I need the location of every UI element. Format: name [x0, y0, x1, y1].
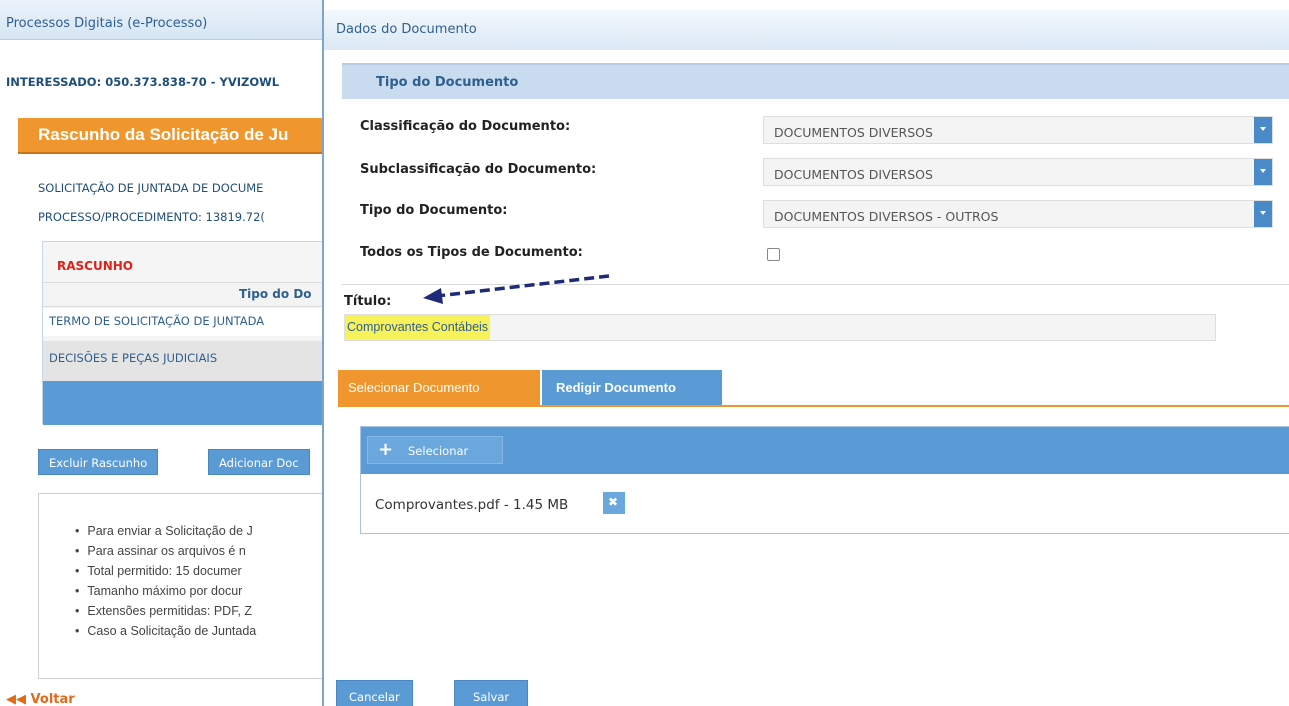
excluir-rascunho-button[interactable]: Excluir Rascunho — [38, 449, 159, 475]
rascunho-header: RASCUNHO — [43, 242, 322, 282]
uploaded-file-name: Comprovantes.pdf - 1.45 MB — [375, 497, 569, 513]
plus-icon: + — [378, 439, 394, 460]
todos-tipos-label: Todos os Tipos de Documento: — [360, 245, 583, 260]
section-title: Tipo do Documento — [376, 75, 519, 90]
info-box: Para enviar a Solicitação de J Para assi… — [38, 493, 322, 679]
tipo-documento-select[interactable]: DOCUMENTOS DIVERSOS - OUTROS — [763, 200, 1273, 228]
list-item: Para enviar a Solicitação de J — [87, 524, 256, 544]
table-footer — [43, 381, 322, 425]
section-header: Tipo do Documento — [342, 63, 1289, 99]
table-cell: DECISÕES E PEÇAS JUDICIAIS — [49, 351, 218, 365]
annotation-arrow-icon — [423, 274, 610, 304]
dados-documento-dialog: Dados do Documento Tipo do Documento Cla… — [322, 0, 1289, 706]
page-title: Rascunho da Solicitação de Ju — [38, 125, 289, 144]
cancel-button[interactable]: Cancelar — [336, 680, 413, 706]
info-list: Para enviar a Solicitação de J Para assi… — [87, 524, 256, 644]
subclassificacao-value: DOCUMENTOS DIVERSOS — [774, 167, 933, 182]
upload-panel: + Selecionar Comprovantes.pdf - 1.45 MB — [360, 426, 1289, 534]
tipo-documento-value: DOCUMENTOS DIVERSOS - OUTROS — [774, 209, 999, 224]
dialog-title: Dados do Documento — [336, 22, 477, 37]
selecionar-button[interactable]: + Selecionar — [367, 436, 503, 464]
background-page: Processos Digitais (e-Processo) INTERESS… — [0, 0, 322, 706]
table-cell: TERMO DE SOLICITAÇÃO DE JUNTADA — [49, 314, 265, 328]
chevron-down-icon[interactable] — [1254, 159, 1272, 185]
subclassificacao-label: Subclassificação do Documento: — [360, 162, 597, 177]
upload-toolbar: + Selecionar — [361, 427, 1289, 474]
close-icon[interactable] — [603, 492, 625, 514]
todos-tipos-checkbox[interactable] — [767, 248, 780, 261]
selecionar-label: Selecionar — [408, 444, 469, 458]
classificacao-value: DOCUMENTOS DIVERSOS — [774, 125, 933, 140]
app-title: Processos Digitais (e-Processo) — [6, 16, 208, 31]
tab-underline — [338, 405, 1289, 407]
classificacao-select[interactable]: DOCUMENTOS DIVERSOS — [763, 116, 1273, 144]
adicionar-documento-button[interactable]: Adicionar Doc — [208, 449, 310, 475]
solicitacao-text: SOLICITAÇÃO DE JUNTADA DE DOCUME — [38, 181, 264, 195]
page-title-bar: Rascunho da Solicitação de Ju — [18, 118, 322, 154]
tab-selecionar-documento[interactable]: Selecionar Documento — [338, 370, 540, 405]
chevron-down-icon[interactable] — [1254, 117, 1272, 143]
titulo-label: Título: — [344, 294, 392, 309]
processo-text: PROCESSO/PROCEDIMENTO: 13819.72( — [38, 210, 265, 224]
rascunho-table: RASCUNHO Tipo do Do TERMO DE SOLICITAÇÃO… — [42, 241, 322, 425]
table-row[interactable]: TERMO DE SOLICITAÇÃO DE JUNTADA — [43, 308, 322, 336]
double-arrow-left-icon: ◀◀ — [6, 692, 26, 706]
list-item: Tamanho máximo por docur — [87, 584, 256, 604]
column-header-tipo[interactable]: Tipo do Do — [239, 287, 312, 301]
rascunho-label: RASCUNHO — [57, 259, 134, 273]
classificacao-label: Classificação do Documento: — [360, 119, 571, 134]
save-button[interactable]: Salvar — [454, 680, 529, 706]
voltar-label: Voltar — [30, 692, 75, 706]
tab-redigir-documento[interactable]: Redigir Documento — [542, 370, 722, 405]
list-item: Extensões permitidas: PDF, Z — [87, 604, 256, 624]
subclassificacao-select[interactable]: DOCUMENTOS DIVERSOS — [763, 158, 1273, 186]
list-item: Total permitido: 15 documer — [87, 564, 256, 584]
dialog-title-bar[interactable]: Dados do Documento — [324, 10, 1289, 50]
app-header-bar: Processos Digitais (e-Processo) — [0, 0, 322, 40]
voltar-link[interactable]: ◀◀ Voltar — [6, 692, 75, 706]
titulo-value: Comprovantes Contábeis — [345, 315, 491, 340]
table-header: Tipo do Do — [43, 282, 322, 307]
list-item: Para assinar os arquivos é n — [87, 544, 256, 564]
table-row[interactable]: DECISÕES E PEÇAS JUDICIAIS — [43, 341, 322, 381]
interessado-text: INTERESSADO: 050.373.838-70 - YVIZOWL — [6, 75, 280, 89]
list-item: Caso a Solicitação de Juntada — [87, 624, 256, 644]
tipo-documento-label: Tipo do Documento: — [360, 203, 508, 218]
chevron-down-icon[interactable] — [1254, 201, 1272, 227]
titulo-input[interactable]: Comprovantes Contábeis — [344, 314, 1216, 341]
